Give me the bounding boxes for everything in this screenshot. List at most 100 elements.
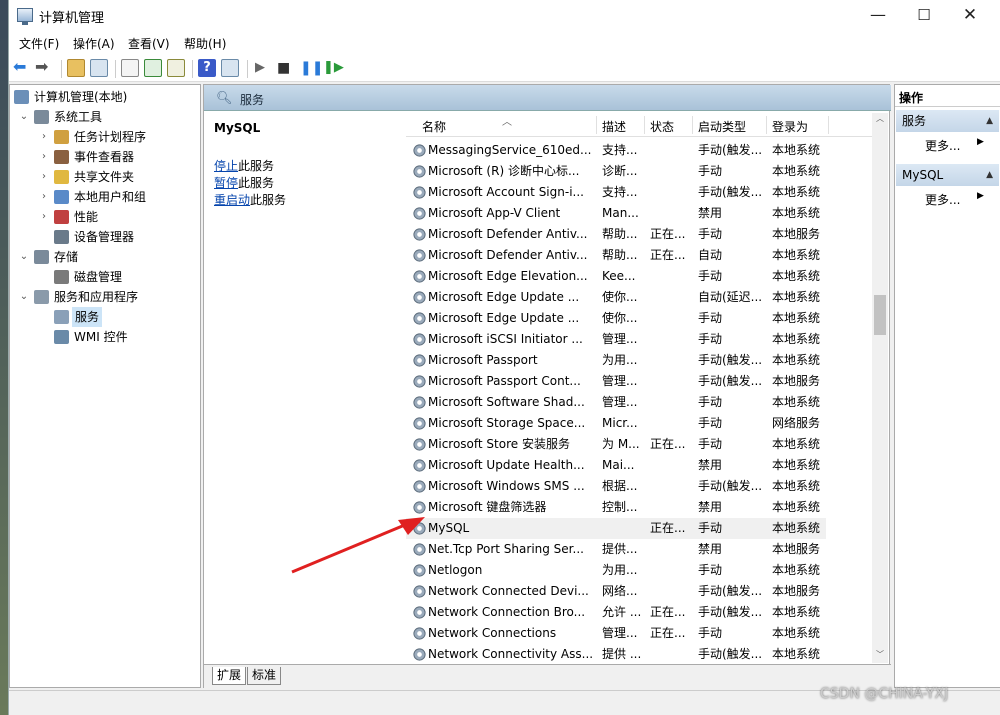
- disk-icon: [54, 270, 69, 284]
- service-row[interactable]: Network Connected Devi... 网络... 手动(触发... 本地…: [406, 581, 826, 602]
- service-startup-type: 手动: [698, 563, 723, 577]
- scrollbar-thumb[interactable]: [874, 295, 886, 335]
- up-folder-icon[interactable]: [67, 59, 85, 77]
- column-description-header[interactable]: 描述: [602, 118, 626, 135]
- services-apps-icon: [34, 290, 49, 304]
- service-row[interactable]: Microsoft iSCSI Initiator ... 管理... 手动 本地系统: [406, 329, 826, 350]
- collapse-icon[interactable]: ▲: [986, 110, 993, 132]
- more-actions-mysql[interactable]: 更多... ▶: [925, 191, 984, 208]
- stop-service-link[interactable]: 停止: [214, 159, 238, 173]
- back-arrow-icon[interactable]: ⬅: [13, 59, 31, 77]
- close-button[interactable]: ✕: [947, 0, 993, 32]
- menu-action[interactable]: 操作(A): [73, 35, 115, 52]
- actions-header: 操作: [895, 85, 1000, 107]
- forward-arrow-icon[interactable]: ➡: [35, 59, 53, 77]
- restart-service-icon[interactable]: ❚▶: [323, 59, 344, 77]
- service-row[interactable]: Microsoft Defender Antiv... 帮助... 正在... 自动 本…: [406, 245, 826, 266]
- pause-service-suffix: 此服务: [238, 176, 275, 190]
- scroll-up-icon[interactable]: ︿: [874, 113, 886, 124]
- show-action-pane-icon[interactable]: [221, 59, 239, 77]
- service-row[interactable]: Microsoft Update Health... Mai... 禁用 本地系统: [406, 455, 826, 476]
- service-logon-as: 本地系统: [772, 458, 821, 472]
- service-row[interactable]: Network Connection Bro... 允许 ... 正在... 手动(触…: [406, 602, 826, 623]
- expanded-chevron-icon[interactable]: ⌄: [18, 287, 30, 307]
- collapsed-chevron-icon[interactable]: ›: [38, 167, 50, 187]
- column-logon-header[interactable]: 登录为: [772, 118, 808, 135]
- menu-help[interactable]: 帮助(H): [184, 35, 226, 52]
- service-row[interactable]: Microsoft Defender Antiv... 帮助... 正在... 手动 本…: [406, 224, 826, 245]
- expanded-chevron-icon[interactable]: ⌄: [18, 247, 30, 267]
- service-name: Microsoft Edge Update ...: [428, 311, 580, 325]
- service-row[interactable]: Microsoft Store 安装服务 为 M... 正在... 手动 本地系统: [406, 434, 826, 455]
- tree-item-label: 服务和应用程序: [54, 290, 139, 304]
- computer-icon: [14, 90, 29, 104]
- more-actions-services[interactable]: 更多... ▶: [925, 137, 984, 154]
- collapsed-chevron-icon[interactable]: ›: [38, 187, 50, 207]
- service-description: Micr...: [602, 416, 638, 430]
- collapsed-chevron-icon[interactable]: ›: [38, 207, 50, 227]
- service-row[interactable]: MessagingService_610ed... 支持... 手动(触发... 本地…: [406, 140, 826, 161]
- stop-service-icon[interactable]: ■: [277, 59, 295, 77]
- service-row[interactable]: Microsoft Edge Elevation... Kee... 手动 本地系统: [406, 266, 826, 287]
- start-service-icon[interactable]: ▶: [255, 59, 273, 77]
- restart-service-link[interactable]: 重启动: [214, 193, 250, 207]
- refresh-icon[interactable]: [144, 59, 162, 77]
- help-icon[interactable]: ?: [198, 59, 216, 77]
- service-row[interactable]: MySQL 正在... 手动 本地系统: [406, 518, 826, 539]
- service-startup-type: 手动: [698, 626, 723, 640]
- shared-folder-icon: [54, 170, 69, 184]
- column-startup-type-header[interactable]: 启动类型: [698, 118, 746, 135]
- actions-section-mysql[interactable]: MySQL ▲: [896, 164, 999, 186]
- tree-item-label: 本地用户和组: [74, 190, 147, 204]
- desktop-background: [0, 0, 8, 715]
- service-row[interactable]: Microsoft Edge Update ... 使你... 手动 本地系统: [406, 308, 826, 329]
- service-startup-type: 禁用: [698, 542, 723, 556]
- vertical-scrollbar[interactable]: ︿ ﹀: [872, 113, 888, 663]
- service-description: Mai...: [602, 458, 635, 472]
- service-row[interactable]: Microsoft Software Shad... 管理... 手动 本地系统: [406, 392, 826, 413]
- scroll-down-icon[interactable]: ﹀: [874, 649, 886, 660]
- collapse-icon[interactable]: ▲: [986, 164, 993, 186]
- column-separator[interactable]: [766, 116, 767, 134]
- menu-view[interactable]: 查看(V): [128, 35, 170, 52]
- service-row[interactable]: Microsoft Windows SMS ... 根据... 手动(触发... 本地…: [406, 476, 826, 497]
- service-row[interactable]: Microsoft (R) 诊断中心标... 诊断... 手动 本地系统: [406, 161, 826, 182]
- column-name-header[interactable]: 名称: [422, 118, 446, 135]
- tab-extended[interactable]: 扩展: [212, 667, 247, 685]
- service-description: 控制...: [602, 500, 638, 514]
- service-row[interactable]: Microsoft Passport Cont... 管理... 手动(触发... 本…: [406, 371, 826, 392]
- show-hide-tree-icon[interactable]: [90, 59, 108, 77]
- service-row[interactable]: Network Connections 管理... 正在... 手动 本地系统: [406, 623, 826, 644]
- actions-section-services[interactable]: 服务 ▲: [896, 110, 999, 132]
- service-row[interactable]: Network Connectivity Ass... 提供 ... 手动(触发..…: [406, 644, 826, 665]
- service-description: 为 M...: [602, 437, 640, 451]
- minimize-button[interactable]: —: [855, 0, 901, 32]
- service-name: Microsoft Edge Update ...: [428, 290, 580, 304]
- properties-icon[interactable]: [121, 59, 139, 77]
- computer-management-icon: [17, 8, 33, 25]
- column-separator[interactable]: [828, 116, 829, 134]
- pause-service-link[interactable]: 暂停: [214, 176, 238, 190]
- service-name: Microsoft Defender Antiv...: [428, 227, 588, 241]
- tab-standard[interactable]: 标准: [247, 667, 282, 685]
- column-status-header[interactable]: 状态: [650, 118, 674, 135]
- collapsed-chevron-icon[interactable]: ›: [38, 147, 50, 167]
- service-row[interactable]: Microsoft Passport 为用... 手动(触发... 本地系统: [406, 350, 826, 371]
- service-row[interactable]: Net.Tcp Port Sharing Ser... 提供... 禁用 本地服务: [406, 539, 826, 560]
- expanded-chevron-icon[interactable]: ⌄: [18, 107, 30, 127]
- pause-service-icon[interactable]: ❚❚: [300, 59, 323, 77]
- service-row[interactable]: Microsoft Edge Update ... 使你... 自动(延迟... 本地…: [406, 287, 826, 308]
- export-list-icon[interactable]: [167, 59, 185, 77]
- column-separator[interactable]: [644, 116, 645, 134]
- selected-service-name: MySQL: [214, 121, 261, 135]
- column-separator[interactable]: [692, 116, 693, 134]
- service-row[interactable]: Netlogon 为用... 手动 本地系统: [406, 560, 826, 581]
- service-row[interactable]: Microsoft Storage Space... Micr... 手动 网络服务: [406, 413, 826, 434]
- maximize-button[interactable]: ☐: [901, 0, 947, 32]
- column-separator[interactable]: [596, 116, 597, 134]
- service-row[interactable]: Microsoft 键盘筛选器 控制... 禁用 本地系统: [406, 497, 826, 518]
- service-row[interactable]: Microsoft App-V Client Man... 禁用 本地系统: [406, 203, 826, 224]
- service-row[interactable]: Microsoft Account Sign-i... 支持... 手动(触发...…: [406, 182, 826, 203]
- menu-file[interactable]: 文件(F): [19, 35, 59, 52]
- collapsed-chevron-icon[interactable]: ›: [38, 127, 50, 147]
